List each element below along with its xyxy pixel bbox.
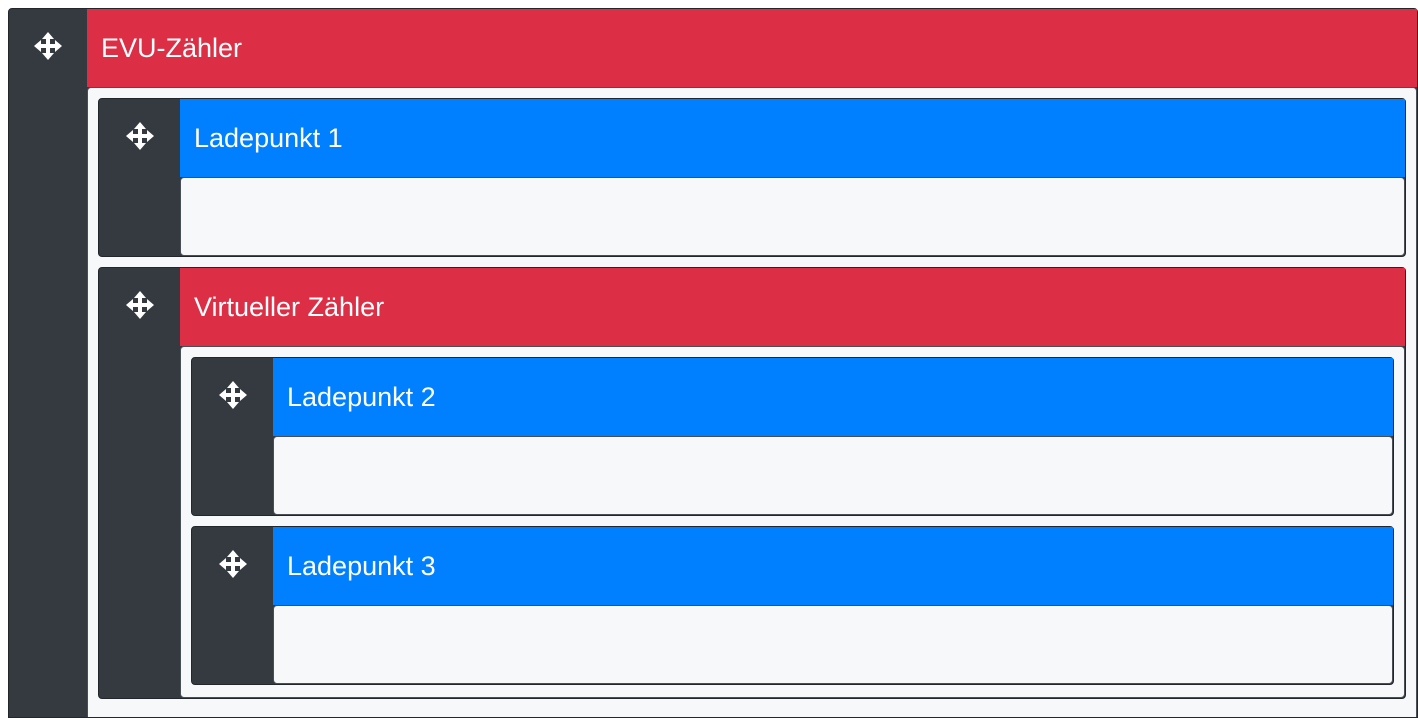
virtual-counter-drag-handle[interactable] (99, 268, 180, 698)
evu-counter-title: EVU-Zähler (101, 32, 243, 63)
evu-counter-header: EVU-Zähler (87, 9, 1417, 87)
move-icon (34, 32, 62, 60)
chargepoint-2-drag-handle[interactable] (192, 358, 273, 515)
move-icon (125, 291, 154, 319)
evu-counter-node: EVU-Zähler Ladepunkt 1 Virtueller Zähler… (8, 8, 1418, 718)
virtual-counter-node: Virtueller Zähler Ladepunkt 2 Ladepunkt … (98, 267, 1406, 699)
chargepoint-1-children (180, 177, 1405, 256)
chargepoint-2-node: Ladepunkt 2 (191, 357, 1394, 516)
chargepoint-3-children (273, 605, 1393, 684)
virtual-counter-children: Ladepunkt 2 Ladepunkt 3 (180, 346, 1405, 698)
move-icon (218, 381, 247, 409)
chargepoint-1-drag-handle[interactable] (99, 99, 180, 256)
chargepoint-1-title: Ladepunkt 1 (194, 122, 343, 153)
move-icon (125, 122, 154, 150)
chargepoint-3-drag-handle[interactable] (192, 527, 273, 684)
evu-counter-drag-handle[interactable] (9, 9, 87, 717)
chargepoint-3-node: Ladepunkt 3 (191, 526, 1394, 685)
chargepoint-3-title: Ladepunkt 3 (287, 550, 436, 581)
chargepoint-1-header: Ladepunkt 1 (180, 99, 1405, 177)
virtual-counter-header: Virtueller Zähler (180, 268, 1405, 346)
move-icon (218, 550, 247, 578)
virtual-counter-title: Virtueller Zähler (194, 291, 385, 322)
evu-counter-children: Ladepunkt 1 Virtueller Zähler Ladepunkt … (87, 87, 1417, 717)
chargepoint-1-node: Ladepunkt 1 (98, 98, 1406, 257)
chargepoint-2-title: Ladepunkt 2 (287, 381, 436, 412)
chargepoint-2-header: Ladepunkt 2 (273, 358, 1393, 436)
chargepoint-3-header: Ladepunkt 3 (273, 527, 1393, 605)
chargepoint-2-children (273, 436, 1393, 515)
